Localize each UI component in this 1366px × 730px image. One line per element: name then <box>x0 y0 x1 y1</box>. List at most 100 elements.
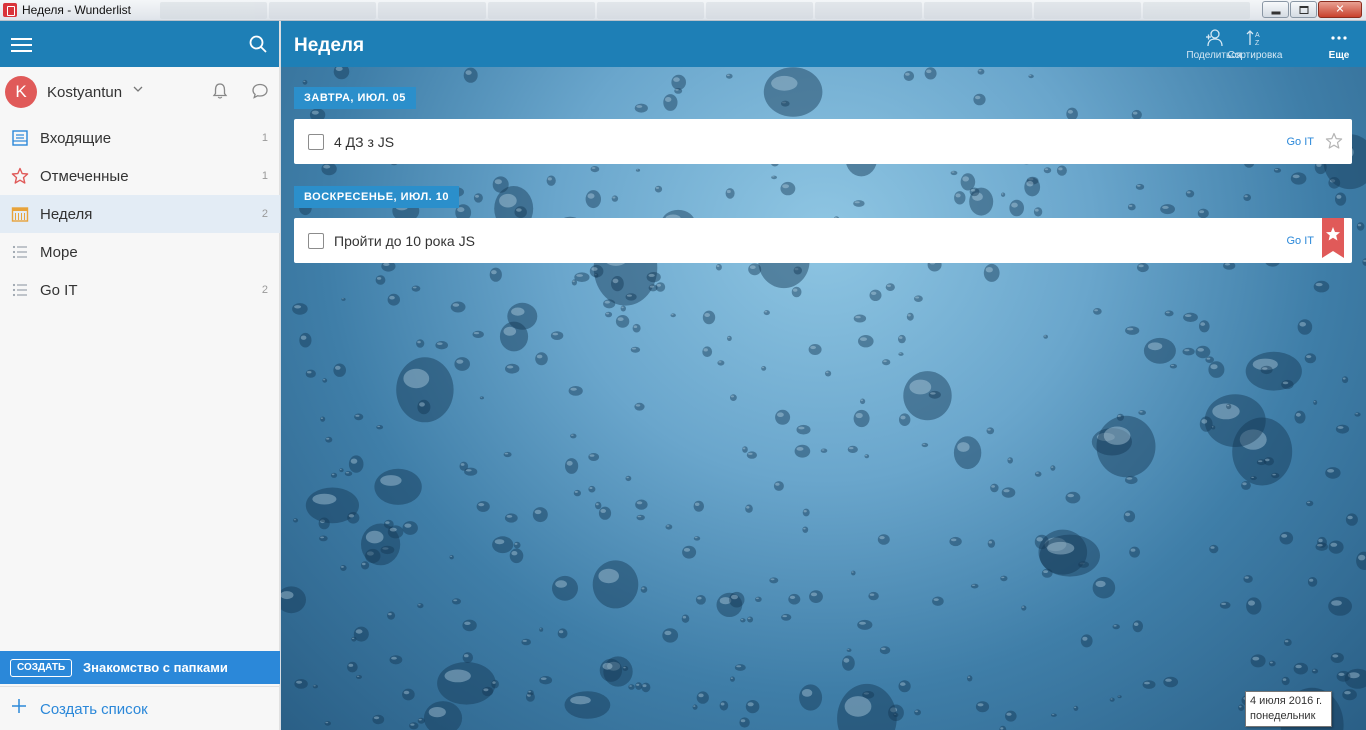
task-list-name[interactable]: Go IT <box>1286 136 1314 148</box>
raindrop-highlight <box>348 663 354 667</box>
task-title[interactable]: 4 ДЗ з JS <box>334 134 394 150</box>
more-label: Еще <box>1328 50 1350 61</box>
raindrop-highlight <box>437 342 443 346</box>
raindrop <box>654 185 663 193</box>
raindrop <box>719 700 729 711</box>
raindrop-highlight <box>1295 412 1301 417</box>
raindrop-highlight <box>718 361 722 363</box>
raindrop <box>361 561 370 570</box>
raindrop <box>869 289 882 301</box>
tooltip-date: 4 июля 2016 г. <box>1250 695 1323 707</box>
raindrop <box>1169 363 1177 369</box>
raindrop-highlight <box>971 584 976 586</box>
raindrop-highlight <box>664 630 672 636</box>
sidebar-item-more[interactable]: Море <box>0 233 280 271</box>
more-button[interactable]: Еще <box>1317 28 1361 61</box>
raindrop-highlight <box>803 510 807 513</box>
raindrop-highlight <box>1130 548 1136 552</box>
raindrop <box>1185 190 1195 198</box>
raindrop <box>636 514 645 521</box>
star-outline-icon[interactable] <box>1325 132 1343 150</box>
close-window-button[interactable]: ✕ <box>1318 1 1362 18</box>
raindrop-highlight <box>1144 681 1150 685</box>
date-tooltip: 4 июля 2016 г. понедельник <box>1245 691 1332 727</box>
task-row[interactable]: 4 ДЗ з JS Go IT <box>294 119 1352 164</box>
raindrop <box>402 688 415 701</box>
raindrop <box>341 297 346 301</box>
raindrop-highlight <box>1212 403 1240 420</box>
raindrop-highlight <box>1008 458 1011 461</box>
raindrop <box>745 504 753 513</box>
promo-text[interactable]: Знакомство с папками <box>83 660 228 675</box>
more-dots-icon <box>1331 36 1347 40</box>
raindrop <box>634 103 648 113</box>
sort-button[interactable]: A Z Сортировка <box>1226 28 1284 61</box>
raindrop-highlight <box>528 690 531 693</box>
raindrop-highlight <box>1067 109 1073 114</box>
raindrop <box>539 676 553 685</box>
raindrop-highlight <box>810 345 816 350</box>
raindrop <box>808 344 822 355</box>
list-icon <box>12 283 27 297</box>
sidebar-item-go-it[interactable]: Go IT 2 <box>0 271 280 309</box>
raindrop <box>1356 222 1365 231</box>
raindrop-highlight <box>1282 381 1289 385</box>
task-list-name[interactable]: Go IT <box>1286 235 1314 247</box>
raindrop <box>454 357 470 371</box>
raindrop-highlight <box>453 599 458 602</box>
user-row[interactable]: K Kostyantun <box>0 67 280 115</box>
raindrop <box>462 652 473 663</box>
task-checkbox[interactable] <box>308 233 324 249</box>
raindrop <box>969 187 980 197</box>
raindrop-highlight <box>552 332 559 336</box>
raindrop-highlight <box>478 503 485 507</box>
search-icon[interactable] <box>249 35 267 53</box>
raindrop <box>671 74 686 90</box>
sidebar-item-week[interactable]: Неделя 2 <box>0 195 280 233</box>
maximize-button[interactable] <box>1290 1 1317 18</box>
folders-promo-banner[interactable]: СОЗДАТЬ Знакомство с папками <box>0 651 280 684</box>
raindrop-highlight <box>1309 578 1314 582</box>
raindrop <box>449 555 454 560</box>
raindrop <box>1283 638 1292 647</box>
raindrop <box>693 536 701 541</box>
create-list-button[interactable]: Создать список <box>0 686 280 730</box>
task-checkbox[interactable] <box>308 134 324 150</box>
raindrop <box>1356 551 1366 570</box>
raindrop-highlight <box>355 629 363 634</box>
starred-ribbon-icon[interactable] <box>1322 218 1344 258</box>
minimize-button[interactable] <box>1262 1 1289 18</box>
raindrop-highlight <box>331 473 335 476</box>
bell-icon[interactable] <box>211 82 229 100</box>
task-title[interactable]: Пройти до 10 рока JS <box>334 233 475 249</box>
raindrop <box>1281 379 1294 390</box>
task-row[interactable]: Пройти до 10 рока JS Go IT <box>294 218 1352 263</box>
raindrop-highlight <box>591 267 598 271</box>
create-folder-badge[interactable]: СОЗДАТЬ <box>10 659 73 677</box>
conversations-icon[interactable] <box>251 82 269 100</box>
raindrop-highlight <box>1344 691 1351 695</box>
raindrop <box>535 352 548 366</box>
avatar[interactable]: K <box>5 76 37 108</box>
raindrop <box>1073 705 1079 711</box>
raindrop <box>791 286 802 298</box>
raindrop <box>299 332 312 348</box>
raindrop <box>375 275 386 285</box>
sidebar-item-starred[interactable]: Отмеченные 1 <box>0 157 280 195</box>
raindrop-highlight <box>655 186 659 189</box>
raindrop-highlight <box>740 619 744 621</box>
raindrop <box>492 176 509 193</box>
sidebar-item-inbox[interactable]: Входящие 1 <box>0 119 280 157</box>
raindrop <box>620 305 626 312</box>
chevron-down-icon[interactable] <box>133 84 143 94</box>
hamburger-menu-icon[interactable] <box>11 38 32 52</box>
raindrop-highlight <box>492 681 496 684</box>
raindrop-highlight <box>1125 512 1131 517</box>
username[interactable]: Kostyantun <box>47 84 122 101</box>
raindrop-highlight <box>665 97 672 102</box>
raindrop <box>693 500 704 512</box>
raindrop-highlight <box>967 676 971 679</box>
raindrop-highlight <box>636 105 643 108</box>
raindrop <box>1313 400 1318 405</box>
raindrop-highlight <box>1252 656 1260 661</box>
